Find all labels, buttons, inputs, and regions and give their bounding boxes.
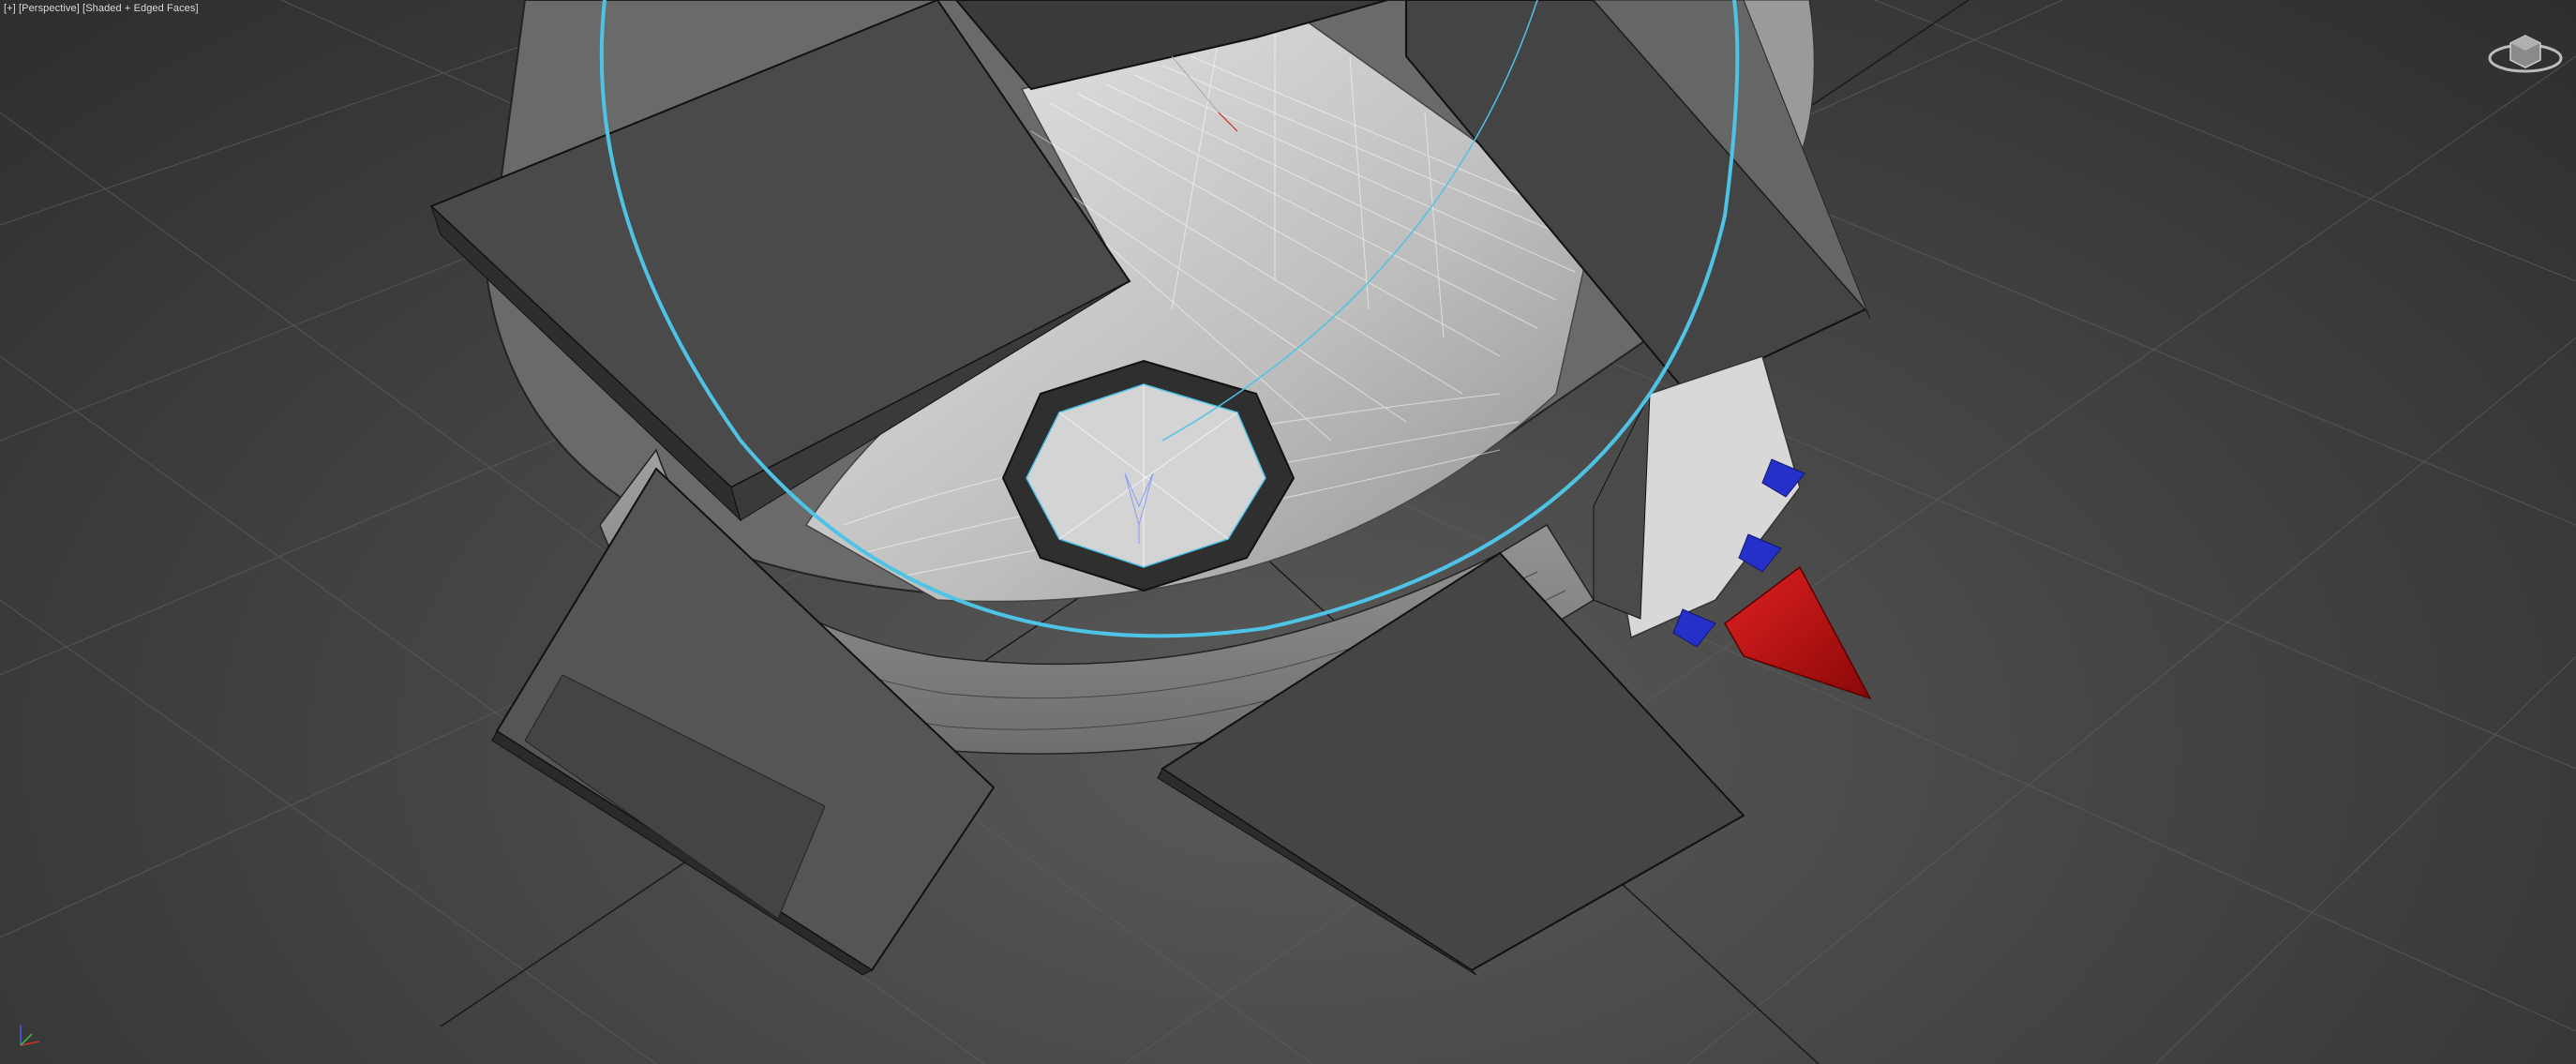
scene-canvas[interactable] [0, 0, 2576, 1064]
viewport-point-of-view[interactable]: [Perspective] [19, 3, 80, 14]
viewport-menu-plus[interactable]: [+] [4, 3, 16, 14]
viewport-shading-mode[interactable]: [Shaded + Edged Faces] [82, 3, 199, 14]
perspective-viewport[interactable]: [+] [Perspective] [Shaded + Edged Faces] [0, 0, 2576, 1064]
viewport-label: [+] [Perspective] [Shaded + Edged Faces] [4, 3, 199, 14]
axis-tripod-icon [15, 1019, 47, 1051]
viewcube-icon[interactable] [2486, 26, 2565, 86]
